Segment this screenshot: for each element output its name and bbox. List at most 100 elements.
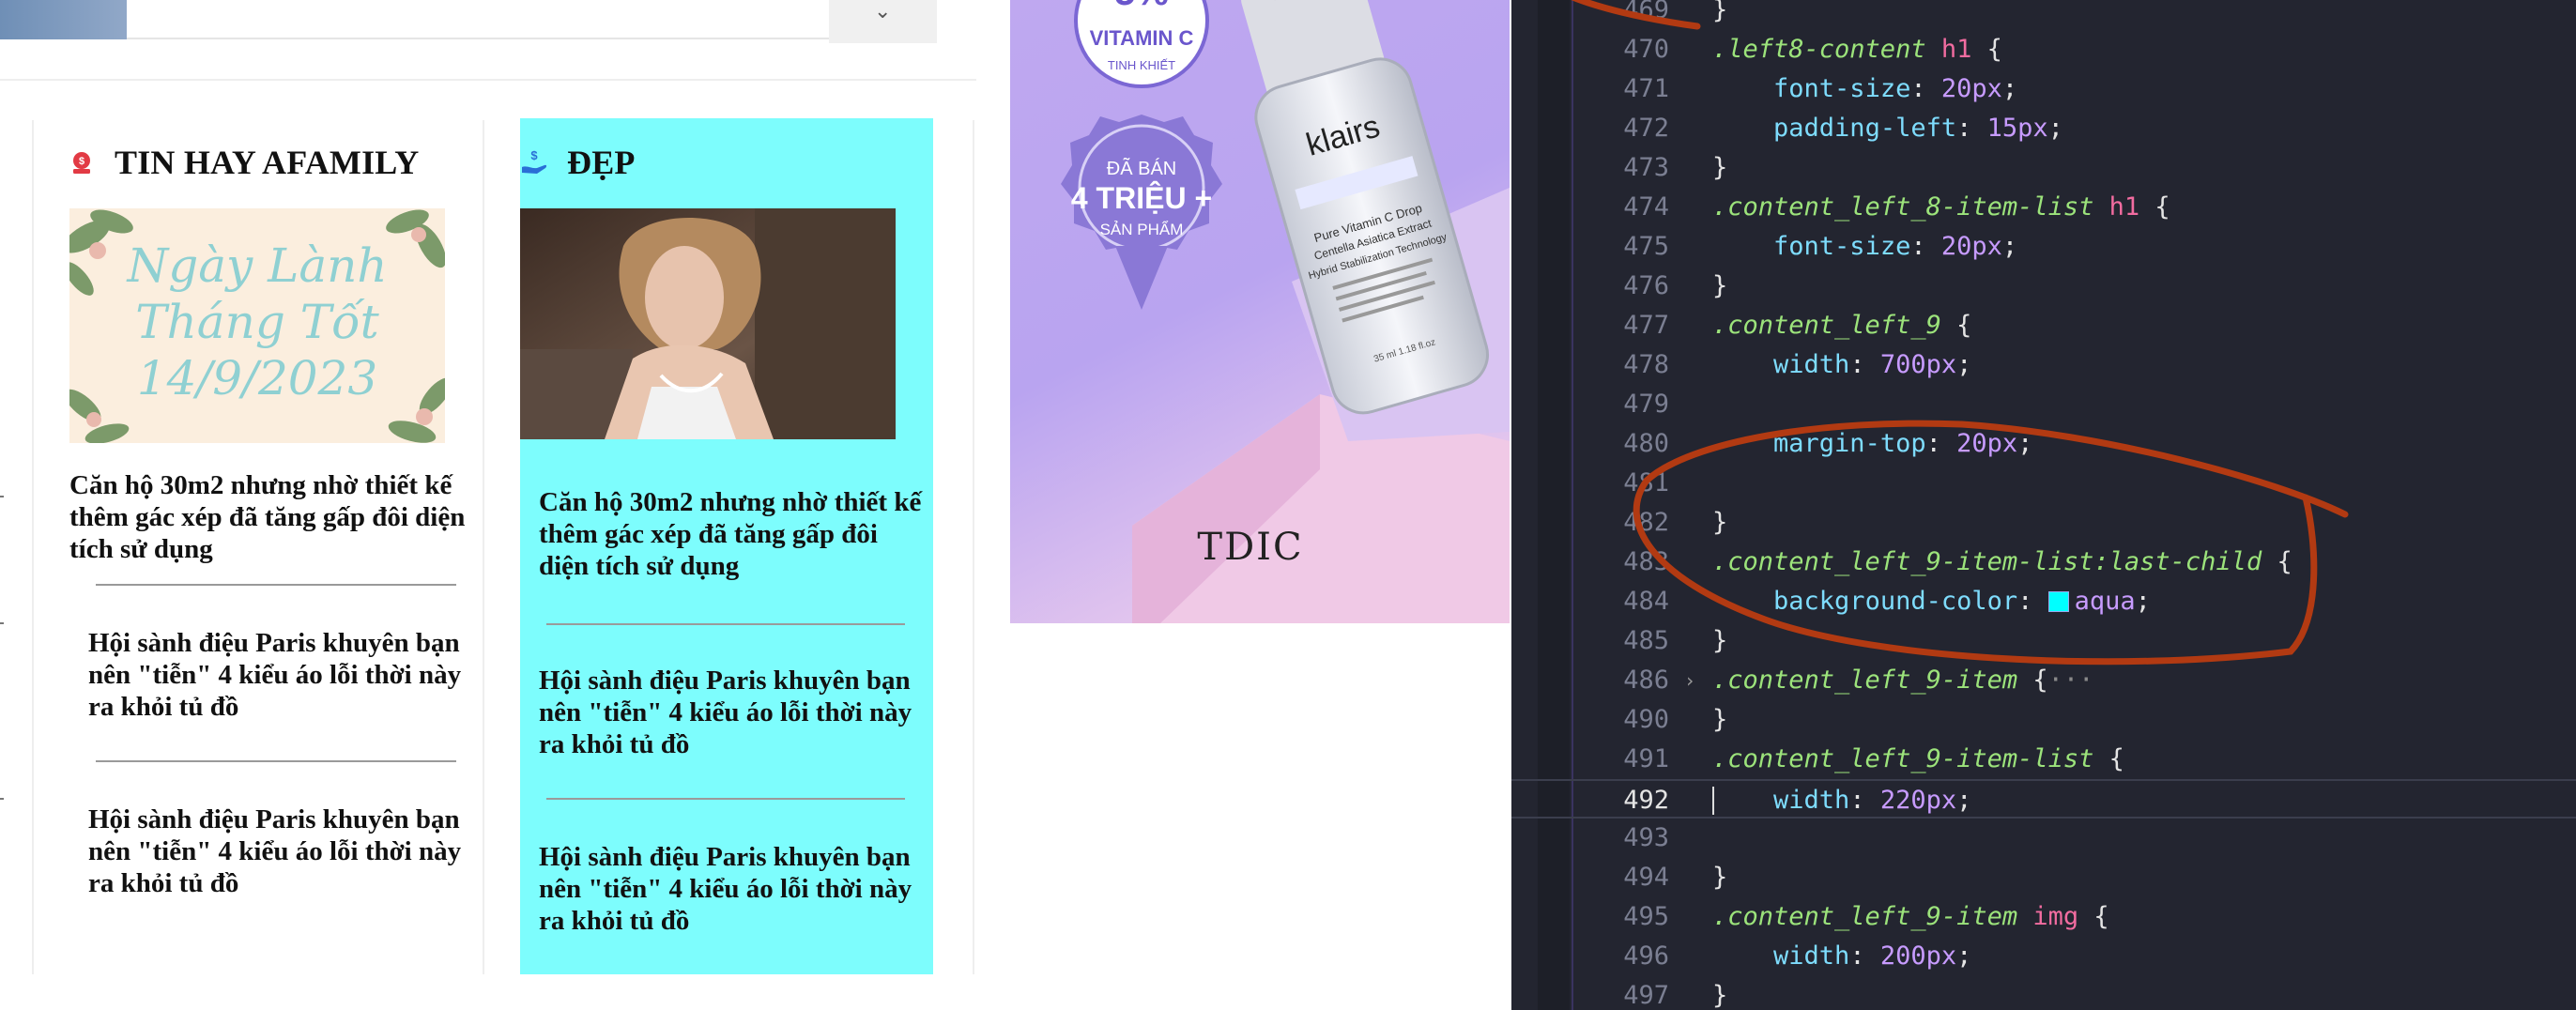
header-thumbnail[interactable] (0, 0, 127, 39)
code-line[interactable]: 482} (1511, 503, 2576, 543)
code-editor[interactable]: 469} 470 .left8-content h1 {471 font-size:… (1511, 0, 2576, 1010)
search-input[interactable] (127, 0, 829, 39)
code-token: ; (2001, 232, 2018, 261)
line-number: 477 (1623, 311, 1669, 340)
edge-mark (0, 622, 4, 624)
code-token: width (1773, 350, 1850, 379)
lead-article-title[interactable]: Căn hộ 30m2 nhưng nhờ thiết kế thêm gác … (539, 486, 926, 582)
code-line[interactable]: 484 background-color: aqua; (1511, 582, 2576, 621)
code-text: } (1712, 976, 1727, 1010)
news-column-dep: $ ĐẸP Căn hộ 30m2 nhưng nhờ thiết kế thê… (520, 118, 933, 974)
code-line[interactable]: 491 .content_left_9-item-list { (1511, 740, 2576, 779)
code-line[interactable]: 474 .content_left_8-item-list h1 { (1511, 188, 2576, 227)
code-token: h1 (2108, 192, 2140, 222)
code-token: 700px (1879, 350, 1957, 379)
code-line[interactable]: 496 width: 200px; (1511, 937, 2576, 976)
code-line[interactable]: 481 (1511, 464, 2576, 503)
code-token: ; (2001, 74, 2018, 103)
code-line[interactable]: 485} (1511, 621, 2576, 661)
code-line[interactable]: 493 (1511, 819, 2576, 858)
line-number: 496 (1623, 941, 1669, 971)
code-token: : (2017, 587, 2048, 616)
column-title: TIN HAY AFAMILY (115, 144, 420, 181)
code-line[interactable]: 471 font-size: 20px; (1511, 69, 2576, 109)
code-text: } (1712, 148, 1727, 188)
color-swatch-icon[interactable] (2047, 591, 2069, 612)
web-page-preview: ⌄ $ TIN HAY AFAMILY Ngày Lành Tháng Tốt … (0, 0, 1511, 1010)
code-token: { (1971, 35, 2002, 64)
code-line[interactable]: 475 font-size: 20px; (1511, 227, 2576, 267)
article-separator (96, 760, 456, 762)
code-line[interactable]: 479 (1511, 385, 2576, 424)
code-token: { (2078, 902, 2109, 931)
fold-chevron-icon[interactable]: › (1684, 661, 1695, 700)
code-text: width: 700px; (1712, 345, 1971, 385)
code-line[interactable]: 495 .content_left_9-item img { (1511, 897, 2576, 937)
code-text: } (1712, 267, 1727, 306)
code-token: aqua (2074, 587, 2136, 616)
article-title[interactable]: Hội sành điệu Paris khuyên bạn nên "tiễn… (539, 665, 914, 760)
column-divider (483, 120, 484, 974)
code-token: } (1712, 626, 1728, 655)
code-line[interactable]: 492 width: 220px; (1511, 779, 2576, 819)
code-token: } (1712, 0, 1728, 24)
code-token: 20px (1940, 232, 2002, 261)
ad-banner[interactable]: 5% VITAMIN C TINH KHIẾT ĐÃ BÁN 4 TRIỆU +… (1010, 0, 1510, 623)
code-line[interactable]: 486 › .content_left_9-item {··· (1511, 661, 2576, 700)
code-line[interactable]: 470 .left8-content h1 { (1511, 30, 2576, 69)
edge-mark (0, 798, 4, 800)
featured-image[interactable]: Ngày Lành Tháng Tốt 14/9/2023 (69, 208, 445, 443)
line-number: 494 (1623, 863, 1669, 892)
code-token: 20px (1940, 74, 2002, 103)
article-title[interactable]: Hội sành điệu Paris khuyên bạn nên "tiễn… (88, 627, 464, 723)
code-line[interactable]: 476} (1511, 267, 2576, 306)
code-line[interactable]: 473} (1511, 148, 2576, 188)
code-line[interactable]: 480 margin-top: 20px; (1511, 424, 2576, 464)
text-cursor (1712, 787, 1714, 815)
code-text: padding-left: 15px; (1712, 109, 2063, 148)
code-token: .content_left_9 (1712, 311, 1941, 340)
code-line[interactable]: 490} (1511, 700, 2576, 740)
featured-image[interactable] (520, 208, 896, 439)
ad-seal-line: 4 TRIỆU + (1071, 181, 1212, 215)
ad-logo: TDIC (1197, 526, 1303, 569)
column-header: $ ĐẸP (520, 143, 636, 182)
code-text: .content_left_8-item-list h1 { (1712, 188, 2170, 227)
ad-badge-line: VITAMIN C (1090, 26, 1194, 50)
code-line[interactable]: 477 .content_left_9 { (1511, 306, 2576, 345)
code-line[interactable]: 469} (1511, 0, 2576, 30)
svg-text:$: $ (530, 148, 538, 162)
code-text: .content_left_9-item-list:last-child { (1712, 543, 2292, 582)
code-token: { (1940, 311, 1972, 340)
code-line[interactable]: 472 padding-left: 15px; (1511, 109, 2576, 148)
ad-seal-line: ĐÃ BÁN (1107, 157, 1176, 179)
code-line[interactable]: 478 width: 700px; (1511, 345, 2576, 385)
line-number: 470 (1623, 35, 1669, 64)
article-title[interactable]: Hội sành điệu Paris khuyên bạn nên "tiễn… (88, 803, 464, 899)
code-token: ; (1956, 941, 1972, 971)
code-text: } (1712, 700, 1727, 740)
code-text: } (1712, 621, 1727, 661)
code-token: 15px (1986, 114, 2048, 143)
lead-article-title[interactable]: Căn hộ 30m2 nhưng nhờ thiết kế thêm gác … (69, 469, 483, 565)
code-line[interactable]: 497} (1511, 976, 2576, 1010)
code-token: { (2262, 547, 2292, 576)
article-title[interactable]: Hội sành điệu Paris khuyên bạn nên "tiễn… (539, 841, 914, 937)
code-text: width: 220px; (1712, 781, 1971, 820)
search-button[interactable]: ⌄ (829, 0, 937, 43)
line-number: 485 (1623, 626, 1669, 655)
line-number: 483 (1623, 547, 1669, 576)
code-text: background-color: aqua; (1712, 582, 2151, 621)
code-line[interactable]: 483 .content_left_9-item-list:last-child … (1511, 543, 2576, 582)
code-line[interactable]: 494} (1511, 858, 2576, 897)
code-token: } (1712, 981, 1728, 1010)
line-number: 491 (1623, 744, 1669, 773)
code-token: padding-left (1773, 114, 1957, 143)
